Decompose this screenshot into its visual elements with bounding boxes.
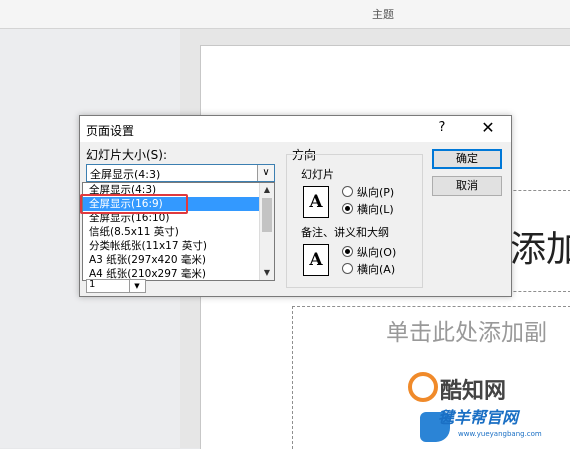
- spinner-arrow-icon[interactable]: ▼: [129, 280, 144, 292]
- slides-portrait-radio[interactable]: [342, 186, 353, 197]
- ok-button[interactable]: 确定: [432, 149, 502, 169]
- close-button[interactable]: ✕: [476, 118, 500, 140]
- title-placeholder-text: 添加: [510, 229, 570, 270]
- notes-landscape-label[interactable]: 横向(A): [357, 261, 395, 277]
- notes-orientation-icon: A: [303, 244, 329, 276]
- ribbon-group-label: 主题: [372, 8, 394, 21]
- scroll-up-icon[interactable]: ▲: [260, 183, 274, 197]
- scroll-down-icon[interactable]: ▼: [260, 266, 274, 280]
- slides-landscape-radio[interactable]: [342, 203, 353, 214]
- notes-group-label: 备注、讲义和大纲: [301, 226, 389, 239]
- watermark-1-text: 酷知网: [440, 379, 507, 404]
- page-setup-dialog: 页面设置 ? ✕ 幻灯片大小(S): 全屏显示(4:3) ∨ 全屏显示(4:3)…: [79, 115, 512, 297]
- dialog-titlebar[interactable]: 页面设置 ? ✕: [80, 116, 511, 142]
- subtitle-placeholder-text: 单击此处添加副: [386, 320, 547, 346]
- ribbon-bar: 主题: [0, 0, 570, 29]
- list-item[interactable]: 信纸(8.5x11 英寸): [83, 225, 265, 239]
- slide-size-combobox[interactable]: 全屏显示(4:3) ∨: [86, 164, 275, 182]
- cancel-button[interactable]: 取消: [432, 176, 502, 196]
- spinner-value: 1: [89, 279, 96, 290]
- slide-size-label: 幻灯片大小(S):: [86, 148, 168, 162]
- watermark-2-text: 毽羊帮官网: [438, 408, 519, 427]
- list-item[interactable]: 分类帐纸张(11x17 英寸): [83, 239, 265, 253]
- chevron-down-icon[interactable]: ∨: [257, 165, 274, 181]
- watermark-logo-2: 毽羊帮官网 www.yueyangbang.com: [420, 404, 570, 448]
- scroll-thumb[interactable]: [262, 198, 272, 232]
- slides-group-label: 幻灯片: [301, 168, 334, 181]
- notes-portrait-label[interactable]: 纵向(O): [357, 244, 396, 260]
- list-item[interactable]: A3 纸张(297x420 毫米): [83, 253, 265, 267]
- slides-landscape-label[interactable]: 横向(L): [357, 201, 394, 217]
- list-scrollbar[interactable]: ▲ ▼: [259, 183, 274, 280]
- notes-portrait-radio[interactable]: [342, 246, 353, 257]
- watermark-logo-1: 酷知网: [408, 370, 528, 404]
- notes-landscape-radio[interactable]: [342, 263, 353, 274]
- dialog-title: 页面设置: [86, 124, 135, 138]
- watermark-ring-icon: [408, 372, 438, 402]
- annotation-highlight-box: [80, 194, 188, 214]
- watermark-2-url: www.yueyangbang.com: [458, 430, 542, 438]
- slides-portrait-label[interactable]: 纵向(P): [357, 184, 394, 200]
- help-button[interactable]: ?: [432, 120, 452, 138]
- numbering-spinner[interactable]: 1 ▼: [86, 279, 146, 293]
- slide-orientation-icon: A: [303, 186, 329, 218]
- slide-size-value: 全屏显示(4:3): [90, 168, 161, 181]
